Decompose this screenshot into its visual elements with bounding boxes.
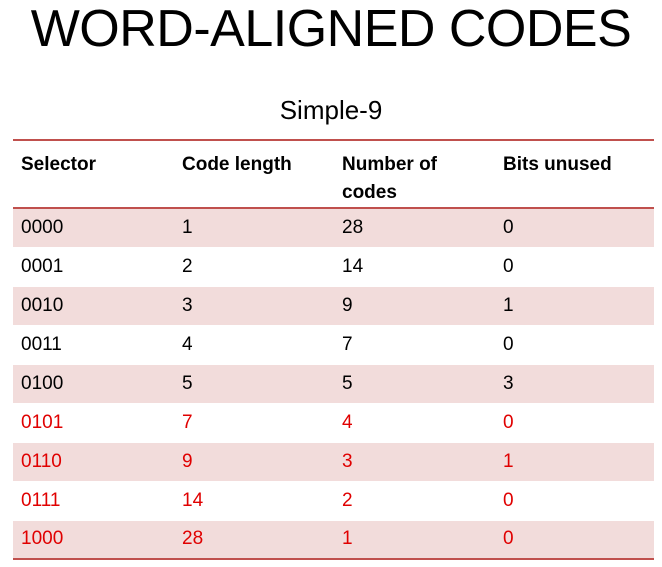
table-body: 0000 1 28 0 0001 2 14 0 0010 3 9 1 0011 4 7 0 0100 5 5 3 010… (13, 208, 654, 559)
cell-bits-unused: 0 (503, 333, 514, 355)
cell-bits-unused: 1 (495, 442, 654, 481)
cell-code-length: 7 (182, 411, 193, 433)
table-caption: Simple-9 (279, 95, 383, 125)
header-row: Selector Code length Number of codes Bit… (13, 140, 654, 208)
cell-number-of-codes: 14 (342, 255, 364, 277)
cell-selector: 1000 (13, 520, 174, 559)
cell-code-length: 28 (174, 520, 334, 559)
cell-bits-unused: 0 (495, 520, 654, 559)
table-row: 0010 3 9 1 (13, 286, 654, 325)
cell-number-of-codes: 28 (334, 208, 495, 247)
cell-number-of-codes: 4 (342, 411, 353, 433)
cell-selector: 0010 (13, 286, 174, 325)
cell-bits-unused: 0 (503, 411, 514, 433)
cell-number-of-codes: 5 (334, 364, 495, 403)
cell-number-of-codes: 1 (334, 520, 495, 559)
header-bits-unused: Bits unused (503, 154, 612, 175)
cell-number-of-codes: 9 (334, 286, 495, 325)
cell-selector: 0101 (21, 411, 64, 433)
cell-code-length: 14 (182, 489, 204, 511)
cell-code-length: 1 (174, 208, 334, 247)
cell-selector: 0000 (13, 208, 174, 247)
table-row: 0001 2 14 0 (13, 247, 654, 286)
cell-selector: 0110 (13, 442, 174, 481)
cell-bits-unused: 3 (495, 364, 654, 403)
header-number-of-codes: Number of codes (342, 154, 437, 203)
cell-bits-unused: 0 (503, 255, 514, 277)
simple9-table: Selector Code length Number of codes Bit… (13, 139, 654, 560)
table-row: 0000 1 28 0 (13, 208, 654, 247)
cell-selector: 0011 (21, 333, 62, 355)
cell-bits-unused: 1 (495, 286, 654, 325)
table-row: 0110 9 3 1 (13, 442, 654, 481)
table-row: 0111 14 2 0 (13, 481, 654, 520)
cell-number-of-codes: 7 (342, 333, 353, 355)
table-row: 0101 7 4 0 (13, 403, 654, 442)
cell-code-length: 4 (182, 333, 193, 355)
cell-bits-unused: 0 (503, 489, 514, 511)
table-header: Selector Code length Number of codes Bit… (13, 140, 654, 208)
cell-code-length: 9 (174, 442, 334, 481)
cell-bits-unused: 0 (495, 208, 654, 247)
slide-title: WORD-ALIGNED CODES (30, 0, 632, 58)
cell-selector: 0100 (13, 364, 174, 403)
cell-code-length: 2 (182, 255, 193, 277)
cell-selector: 0111 (21, 489, 61, 511)
table-row: 0100 5 5 3 (13, 364, 654, 403)
table-row: 1000 28 1 0 (13, 520, 654, 559)
cell-number-of-codes: 2 (342, 489, 353, 511)
table-row: 0011 4 7 0 (13, 325, 654, 364)
cell-code-length: 5 (174, 364, 334, 403)
cell-code-length: 3 (174, 286, 334, 325)
header-code-length: Code length (182, 154, 292, 175)
cell-selector: 0001 (21, 255, 64, 277)
cell-number-of-codes: 3 (334, 442, 495, 481)
header-selector: Selector (21, 154, 96, 175)
